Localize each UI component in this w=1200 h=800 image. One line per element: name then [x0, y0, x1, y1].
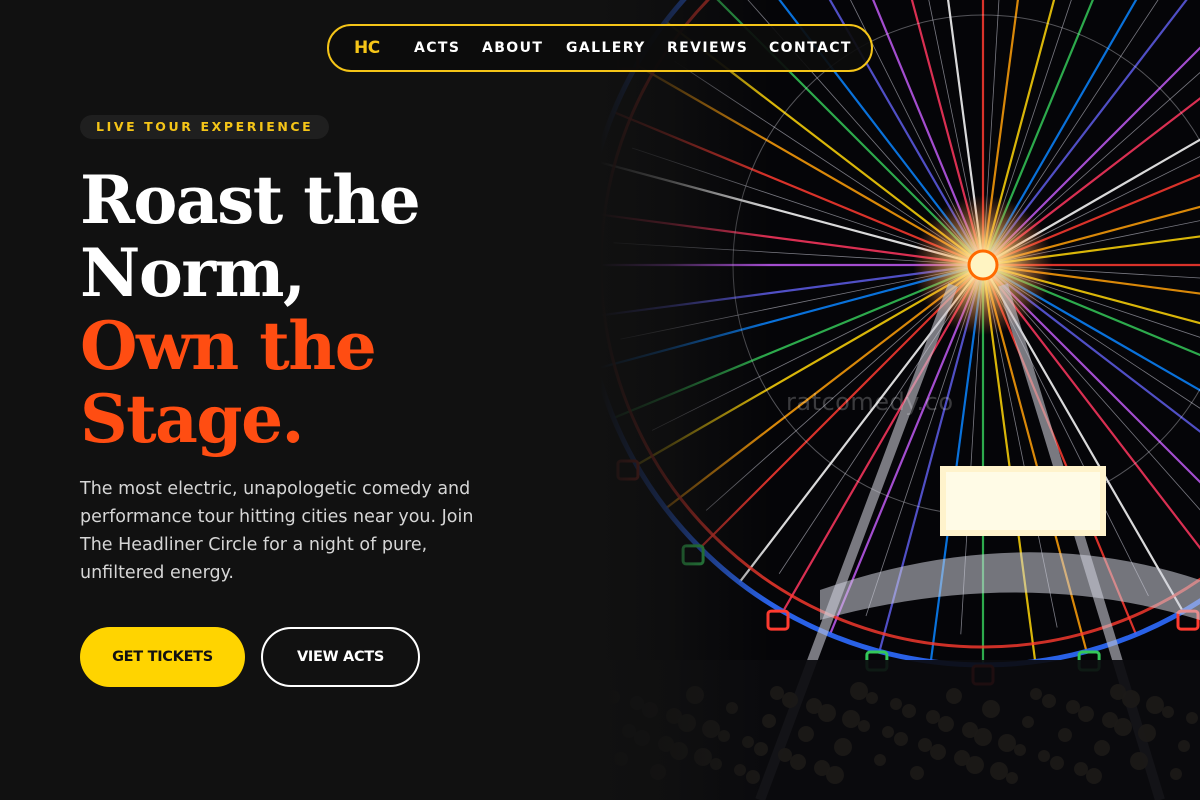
headline-line-3: Own the — [80, 307, 377, 385]
headline-line-1: Roast the — [80, 161, 421, 239]
nav-link-contact[interactable]: CONTACT — [769, 40, 852, 56]
hero-headline: Roast the Norm, Own the Stage. — [80, 161, 421, 458]
photo-fade-overlay — [600, 0, 770, 800]
headline-line-4: Stage. — [80, 380, 305, 458]
nav-link-about[interactable]: ABOUT — [482, 40, 543, 56]
hero-description: The most electric, unapologetic comedy a… — [80, 479, 474, 583]
eyebrow-badge: LIVE TOUR EXPERIENCE — [80, 115, 330, 139]
photo-watermark: ratcomedy.co — [786, 388, 954, 416]
nav-link-acts[interactable]: ACTS — [414, 40, 460, 56]
brand-logo[interactable]: HC — [354, 38, 380, 58]
headline-line-2: Norm, — [80, 234, 306, 312]
nav-link-gallery[interactable]: GALLERY — [566, 40, 646, 56]
view-acts-button[interactable]: VIEW ACTS — [261, 627, 420, 687]
nav-link-reviews[interactable]: REVIEWS — [667, 40, 748, 56]
hero-photo: ratcomedy.co — [600, 0, 1200, 800]
top-nav: HC ACTS ABOUT GALLERY REVIEWS CONTACT — [327, 24, 873, 72]
get-tickets-button[interactable]: GET TICKETS — [80, 627, 245, 687]
